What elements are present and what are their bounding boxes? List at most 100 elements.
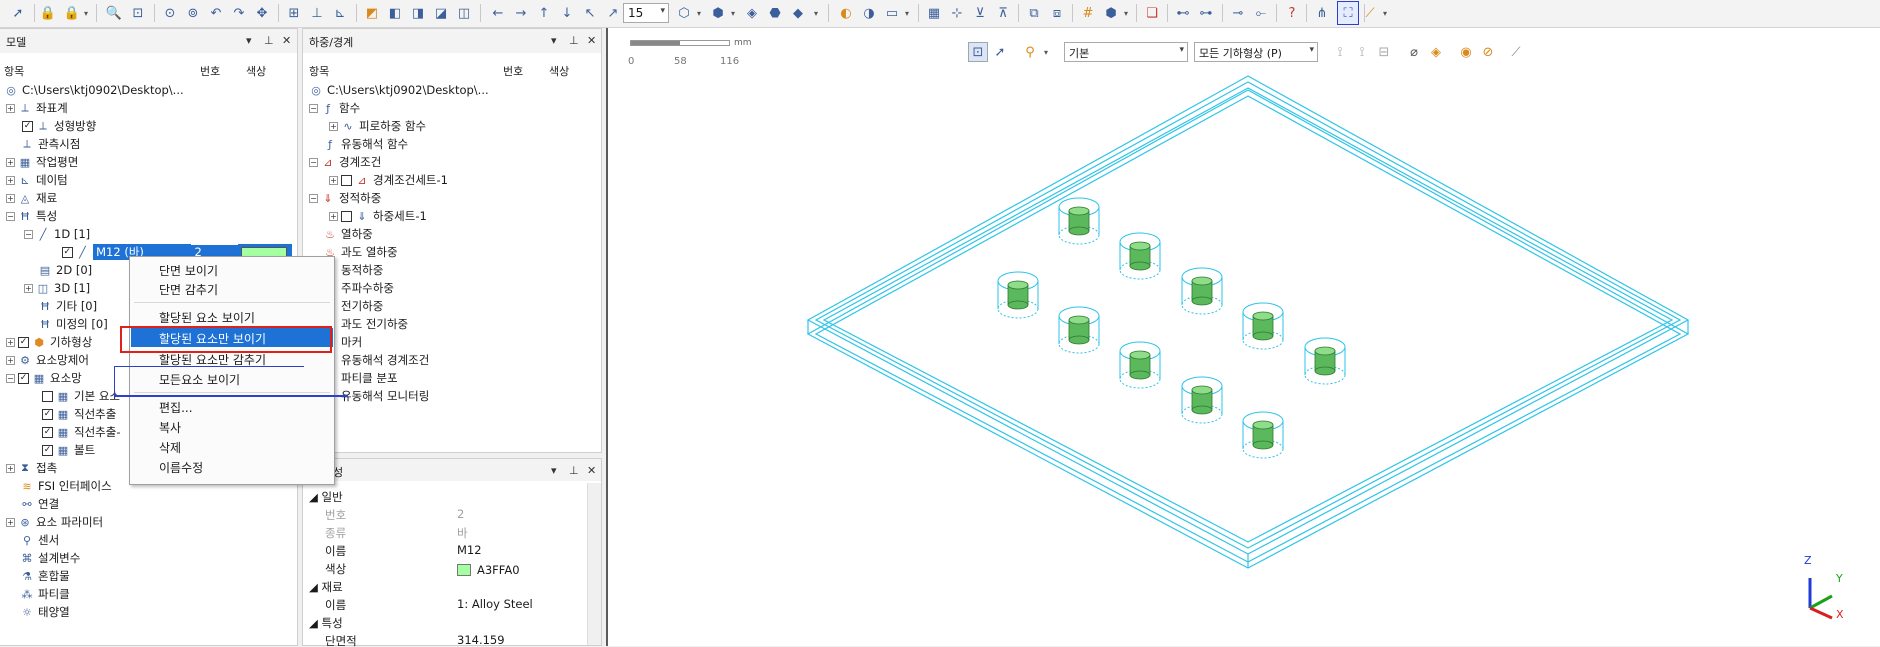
- checkbox[interactable]: [42, 390, 53, 402]
- chevron-down-icon[interactable]: ▾: [84, 9, 88, 18]
- zoom-icon[interactable]: 🔍: [104, 3, 124, 23]
- tree-item-element-param[interactable]: + ⊛ 요소 파라미터: [6, 513, 103, 531]
- pan-icon[interactable]: ✥: [252, 3, 272, 23]
- tree-item-mesh-control[interactable]: + ⚙ 요소망제어: [6, 351, 89, 369]
- tree-item-thermal[interactable]: ♨ 열하중: [323, 225, 373, 243]
- collapse-icon[interactable]: −: [309, 157, 318, 167]
- checkbox[interactable]: ✓: [42, 444, 53, 456]
- arrow-diag-icon[interactable]: ↖: [580, 3, 600, 23]
- tree-item-contact[interactable]: + ⧗ 접촉: [6, 459, 57, 477]
- menu-item-show-section[interactable]: 단면 보이기: [131, 260, 333, 279]
- tree-item-static-load[interactable]: − ⇓ 정적하중: [309, 189, 381, 207]
- cube-view-icon[interactable]: ◩: [362, 3, 382, 23]
- expand-icon[interactable]: +: [6, 103, 15, 113]
- expand-icon[interactable]: +: [6, 193, 15, 203]
- cube-icon[interactable]: ⬡: [674, 3, 694, 23]
- expand-icon[interactable]: +: [329, 175, 338, 185]
- tree-root[interactable]: ◎ C:\Users\ktj0902\Desktop\...: [4, 81, 183, 99]
- cube-view-icon[interactable]: ◨: [408, 3, 428, 23]
- expand-icon[interactable]: +: [6, 517, 15, 527]
- expand-icon[interactable]: +: [329, 121, 338, 131]
- help-icon[interactable]: ?: [1282, 3, 1302, 23]
- arrow-left-icon[interactable]: ←: [488, 3, 508, 23]
- pin-icon[interactable]: ⊥: [569, 34, 579, 47]
- tree-item-flow-bc[interactable]: ≋유동해석 경계조건: [323, 351, 429, 369]
- arrow-up-icon[interactable]: ↑: [534, 3, 554, 23]
- tree-item-material[interactable]: + ◬ 재료: [6, 189, 57, 207]
- expand-icon[interactable]: +: [6, 463, 15, 473]
- checkbox[interactable]: ✓: [22, 120, 33, 132]
- chevron-down-icon[interactable]: ▾: [1124, 9, 1128, 18]
- tree-item-mesh-line2[interactable]: ✓ ▦ 직선추출-: [42, 423, 120, 441]
- tree-item-connect[interactable]: ⚯ 연결: [20, 495, 59, 513]
- prop-material-value[interactable]: 1: Alloy Steel: [457, 597, 533, 615]
- toggle-icon[interactable]: ▭: [882, 3, 902, 23]
- section-property[interactable]: ◢ 특성: [309, 615, 343, 633]
- checkbox[interactable]: ✓: [42, 408, 53, 420]
- tree-item-design-var[interactable]: ⌘ 설계변수: [20, 549, 81, 567]
- tree-item-1d[interactable]: − ╱ 1D [1]: [24, 225, 90, 243]
- lock-icon[interactable]: 🔒: [62, 3, 82, 23]
- checkbox[interactable]: [341, 174, 352, 186]
- axis-icon[interactable]: ⊥: [307, 3, 327, 23]
- mesh-icon[interactable]: ▦: [924, 3, 944, 23]
- prop-color-value[interactable]: A3FFA0: [457, 561, 520, 579]
- tree-item-solar[interactable]: ☼ 태양열: [20, 603, 70, 621]
- node-icon[interactable]: ⊶: [1196, 3, 1216, 23]
- close-icon[interactable]: ✕: [282, 34, 291, 47]
- tree-item-geometry[interactable]: + ✓ ⬢ 기하형상: [6, 333, 92, 351]
- tree-item-particle[interactable]: ⁂ 파티클: [20, 585, 70, 603]
- tree-item-viewpoint[interactable]: ⟂ 관측시점: [20, 135, 80, 153]
- tree-item-boundary[interactable]: − ⊿ 경계조건: [309, 153, 381, 171]
- zoom-area-icon[interactable]: ⊚: [183, 3, 203, 23]
- mesh-icon[interactable]: ⊻: [970, 3, 990, 23]
- node-icon[interactable]: ⟜: [1251, 3, 1271, 23]
- toggle-icon[interactable]: ◑: [859, 3, 879, 23]
- tree-item-3d[interactable]: + ◫ 3D [1]: [24, 279, 90, 297]
- expand-icon[interactable]: +: [6, 175, 15, 185]
- tree-item-bolt[interactable]: ✓ ▦ 볼트: [42, 441, 95, 459]
- node-icon[interactable]: ⊷: [1173, 3, 1193, 23]
- pin-icon[interactable]: ⊥: [264, 34, 274, 47]
- rotate-icon[interactable]: ↶: [206, 3, 226, 23]
- collapse-icon[interactable]: −: [309, 193, 318, 203]
- chevron-down-icon[interactable]: ▾: [814, 9, 818, 18]
- zoom-fit-icon[interactable]: ⊙: [160, 3, 180, 23]
- graph-select-icon[interactable]: ⛶: [1337, 1, 1359, 25]
- tree-item-other[interactable]: Ħ 기타 [0]: [38, 297, 97, 315]
- section-general[interactable]: ◢ 일반: [309, 489, 343, 507]
- cube-icon[interactable]: ⬣: [765, 3, 785, 23]
- mesh-icon[interactable]: ⊹: [947, 3, 967, 23]
- pin-icon[interactable]: ⊥: [569, 464, 579, 477]
- cube-view-icon[interactable]: ◧: [385, 3, 405, 23]
- tree-item-fsi[interactable]: ≋ FSI 인터페이스: [20, 477, 111, 495]
- tree-item-mixture[interactable]: ⚗ 혼합물: [20, 567, 70, 585]
- prop-name-value[interactable]: M12: [457, 543, 482, 561]
- axis-icon[interactable]: ⊾: [330, 3, 350, 23]
- menu-item-edit[interactable]: 편집...: [131, 397, 333, 416]
- hash-icon[interactable]: #: [1078, 3, 1098, 23]
- tree-item-2d[interactable]: ▤ 2D [0]: [38, 261, 92, 279]
- mesh-icon[interactable]: ⧈: [1047, 3, 1067, 23]
- section-material[interactable]: ◢ 재료: [309, 579, 343, 597]
- arrow-down-icon[interactable]: ↓: [557, 3, 577, 23]
- expand-icon[interactable]: +: [24, 283, 33, 293]
- tree-item-workplane[interactable]: + ▦ 작업평면: [6, 153, 78, 171]
- chevron-down-icon[interactable]: ▾: [1383, 9, 1387, 18]
- lock-icon[interactable]: 🔒: [38, 3, 58, 23]
- tree-item-datum[interactable]: + ⊾ 데이텀: [6, 171, 68, 189]
- tree-item-mesh[interactable]: − ✓ ▦ 요소망: [6, 369, 82, 387]
- collapse-icon[interactable]: −: [6, 373, 15, 383]
- menu-item-show-assigned[interactable]: 할당된 요소 보이기: [131, 307, 333, 326]
- expand-icon[interactable]: +: [329, 211, 338, 221]
- book-icon[interactable]: ❏: [1142, 3, 1162, 23]
- chevron-down-icon[interactable]: ▾: [551, 464, 557, 477]
- collapse-icon[interactable]: −: [6, 211, 15, 221]
- tree-item-transient-electric[interactable]: ⚡과도 전기하중: [323, 315, 408, 333]
- tree-item-property[interactable]: − Ħ 특성: [6, 207, 57, 225]
- tree-item-coord[interactable]: + ⟂ 좌표계: [6, 99, 68, 117]
- cube-icon[interactable]: ◈: [742, 3, 762, 23]
- tree-item-sensor[interactable]: ⚲ 센서: [20, 531, 59, 549]
- grid-icon[interactable]: ⊞: [284, 3, 304, 23]
- graph-icon[interactable]: ⋔: [1312, 3, 1332, 23]
